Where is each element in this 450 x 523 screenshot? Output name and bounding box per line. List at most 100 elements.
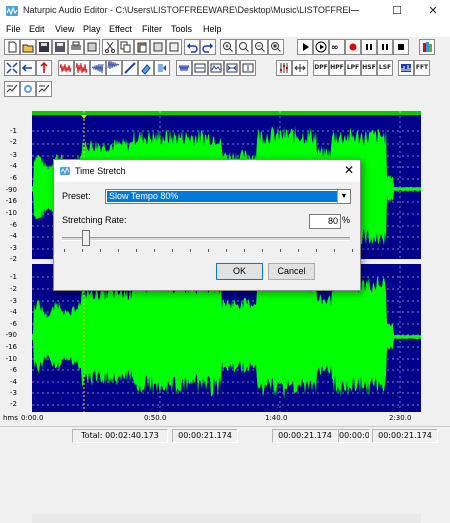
record-icon[interactable] bbox=[345, 39, 361, 55]
time-ruler: hms 0:00.0 0:50.0 1:40.0 2:30.0 bbox=[0, 412, 450, 426]
fade-out-icon[interactable] bbox=[106, 60, 122, 76]
undo-icon[interactable] bbox=[184, 39, 200, 55]
vertical-scrollbar[interactable] bbox=[423, 111, 450, 412]
menu-edit[interactable]: Edit bbox=[29, 24, 45, 34]
slider-tick bbox=[352, 249, 353, 252]
lsf-button[interactable]: LSF bbox=[377, 60, 393, 76]
paste-mix-icon[interactable] bbox=[166, 39, 182, 55]
menu-view[interactable]: View bbox=[55, 24, 74, 34]
vibrato-icon[interactable] bbox=[176, 60, 192, 76]
slider-tick bbox=[64, 249, 65, 252]
scale-label: -10 bbox=[5, 355, 17, 363]
amplify-icon[interactable] bbox=[58, 60, 74, 76]
menu-filter[interactable]: Filter bbox=[142, 24, 162, 34]
menu-play[interactable]: Play bbox=[83, 24, 101, 34]
dialog-close-button[interactable]: ✕ bbox=[344, 163, 354, 177]
pause-icon[interactable] bbox=[361, 39, 377, 55]
horizontal-scrollbar[interactable] bbox=[32, 514, 421, 523]
maximize-button[interactable]: ☐ bbox=[378, 0, 416, 22]
pause-alt-icon[interactable] bbox=[377, 39, 393, 55]
normalize-icon[interactable] bbox=[74, 60, 90, 76]
scale-label: -3 bbox=[10, 244, 17, 252]
zoom-out-icon[interactable] bbox=[252, 39, 268, 55]
menu-tools[interactable]: Tools bbox=[171, 24, 192, 34]
minimize-button[interactable]: ─ bbox=[336, 0, 374, 22]
noise-icon[interactable] bbox=[208, 60, 224, 76]
dialog-app-icon bbox=[60, 167, 70, 175]
stretching-rate-slider-thumb[interactable] bbox=[82, 230, 91, 246]
redo-icon[interactable] bbox=[200, 39, 216, 55]
copy-icon[interactable] bbox=[118, 39, 134, 55]
lpf-button[interactable]: LPF bbox=[345, 60, 361, 76]
open-icon[interactable] bbox=[20, 39, 36, 55]
play-icon[interactable] bbox=[297, 39, 313, 55]
zoom-selection-icon[interactable] bbox=[236, 39, 252, 55]
play-selection-icon[interactable] bbox=[313, 39, 329, 55]
status-cursor-position: 00:00:21.174 bbox=[372, 429, 438, 443]
scale-label: -1 bbox=[10, 273, 17, 281]
status-selection-start: 00:00:21.174 bbox=[172, 429, 238, 443]
slider-tick bbox=[244, 249, 245, 252]
delete-icon[interactable] bbox=[150, 39, 166, 55]
chevron-down-icon[interactable]: ▼ bbox=[337, 190, 350, 203]
scale-label: -3 bbox=[10, 389, 17, 397]
stretching-rate-slider-track[interactable] bbox=[62, 237, 350, 241]
status-total: Total: 00:02:40.173 bbox=[72, 429, 168, 443]
effect-eraser-icon[interactable] bbox=[138, 60, 154, 76]
save-as-icon[interactable] bbox=[52, 39, 68, 55]
print-icon[interactable] bbox=[68, 39, 84, 55]
equalizer-icon[interactable] bbox=[276, 60, 292, 76]
cut-icon[interactable] bbox=[102, 39, 118, 55]
scale-label: -4 bbox=[10, 308, 17, 316]
menu-help[interactable]: Help bbox=[203, 24, 222, 34]
menu-file[interactable]: File bbox=[6, 24, 21, 34]
fft-button[interactable]: FFT bbox=[414, 60, 430, 76]
library-icon[interactable] bbox=[419, 39, 435, 55]
status-selection-end: 00:00:21.174 bbox=[272, 429, 338, 443]
slider-tick bbox=[226, 249, 227, 252]
insert-silence-icon[interactable] bbox=[192, 60, 208, 76]
echo-icon[interactable] bbox=[122, 60, 138, 76]
zoom-all-icon[interactable] bbox=[268, 39, 284, 55]
menu-effect[interactable]: Effect bbox=[109, 24, 132, 34]
scale-label: -16 bbox=[5, 343, 17, 351]
reverse-icon[interactable] bbox=[154, 60, 170, 76]
trim-icon[interactable] bbox=[20, 60, 36, 76]
zoom-in-icon[interactable] bbox=[220, 39, 236, 55]
ok-button[interactable]: OK bbox=[216, 263, 263, 280]
hsf-button[interactable]: HSF bbox=[361, 60, 377, 76]
new-icon[interactable] bbox=[4, 39, 20, 55]
scale-label: -1 bbox=[10, 127, 17, 135]
scale-label: -90 bbox=[5, 331, 17, 339]
cancel-button[interactable]: Cancel bbox=[268, 263, 315, 280]
time-label: 0:50.0 bbox=[144, 414, 167, 422]
dpf-button[interactable]: DPF bbox=[313, 60, 329, 76]
mix-icon[interactable] bbox=[20, 81, 36, 97]
slider-tick bbox=[172, 249, 173, 252]
stretching-rate-label: Stretching Rate: bbox=[62, 215, 127, 225]
slider-tick bbox=[154, 249, 155, 252]
hpf-button[interactable]: HPF bbox=[329, 60, 345, 76]
save-icon[interactable] bbox=[36, 39, 52, 55]
menu-bar: File Edit View Play Effect Filter Tools … bbox=[0, 22, 450, 37]
undo-history-icon[interactable] bbox=[84, 39, 100, 55]
fade-in-icon[interactable] bbox=[90, 60, 106, 76]
generate-icon[interactable] bbox=[4, 81, 20, 97]
spectrum-icon[interactable] bbox=[398, 60, 414, 76]
stretching-rate-input[interactable]: 80 bbox=[309, 214, 341, 229]
scale-label: -4 bbox=[10, 378, 17, 386]
paste-icon[interactable] bbox=[134, 39, 150, 55]
toolbar-main: ∞ bbox=[0, 39, 450, 59]
time-label: 1:40.0 bbox=[265, 414, 288, 422]
percent-unit: % bbox=[342, 215, 351, 225]
select-all-icon[interactable] bbox=[4, 60, 20, 76]
preset-dropdown[interactable]: Slow Tempo 80% ▼ bbox=[105, 189, 351, 204]
split-icon[interactable] bbox=[36, 60, 52, 76]
stop-icon[interactable] bbox=[393, 39, 409, 55]
balance-icon[interactable] bbox=[292, 60, 308, 76]
close-button[interactable]: ✕ bbox=[414, 0, 450, 22]
loop-icon[interactable]: ∞ bbox=[329, 39, 345, 55]
pitch-icon[interactable] bbox=[240, 60, 256, 76]
script-icon[interactable] bbox=[36, 81, 52, 97]
stretch-icon[interactable] bbox=[224, 60, 240, 76]
